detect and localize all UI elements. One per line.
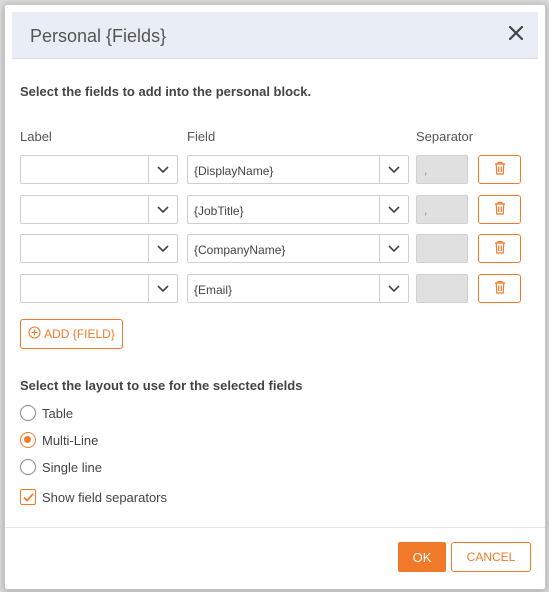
chevron-down-icon[interactable]: [148, 235, 177, 262]
separator-field[interactable]: [416, 234, 468, 263]
plus-circle-icon: [28, 326, 41, 342]
separator-field[interactable]: [416, 274, 468, 303]
field-select-value: {DisplayName}: [194, 164, 274, 178]
delete-row-button[interactable]: [478, 155, 521, 184]
separator-value: ,: [424, 203, 428, 217]
add-field-button[interactable]: ADD {FIELD}: [20, 319, 123, 349]
label-select[interactable]: [20, 155, 178, 184]
dialog-header: Personal {Fields}: [12, 12, 538, 59]
trash-icon: [494, 201, 506, 218]
chevron-down-icon[interactable]: [148, 156, 177, 183]
separator-value: ,: [424, 163, 428, 177]
intro-text: Select the fields to add into the person…: [20, 84, 312, 99]
chevron-down-icon[interactable]: [148, 275, 177, 302]
layout-section-title: Select the layout to use for the selecte…: [20, 378, 303, 393]
radio-button[interactable]: [20, 432, 36, 448]
footer-divider: [5, 527, 545, 528]
add-field-label: ADD {FIELD}: [44, 327, 115, 341]
cancel-button[interactable]: CANCEL: [451, 542, 531, 572]
personal-fields-dialog: Personal {Fields} Select the fields to a…: [4, 4, 546, 590]
field-row: {DisplayName} ,: [20, 155, 530, 186]
delete-row-button[interactable]: [478, 195, 521, 224]
chevron-down-icon[interactable]: [379, 235, 408, 262]
dialog-title: Personal {Fields}: [30, 26, 167, 46]
show-separators-checkbox[interactable]: [20, 489, 36, 505]
checkbox-label: Show field separators: [42, 489, 168, 505]
radio-label: Table: [42, 405, 74, 421]
label-select[interactable]: [20, 234, 178, 263]
chevron-down-icon[interactable]: [379, 275, 408, 302]
trash-icon: [494, 240, 506, 257]
field-row: {Email}: [20, 274, 530, 305]
radio-label: Single line: [42, 459, 102, 475]
separator-field[interactable]: ,: [416, 195, 468, 224]
radio-label: Multi-Line: [42, 432, 99, 448]
radio-multi-line[interactable]: Multi-Line: [20, 430, 98, 450]
column-header-label: Label: [20, 129, 52, 144]
column-header-separator: Separator: [416, 129, 474, 144]
field-select-value: {JobTitle}: [194, 204, 244, 218]
column-header-field: Field: [187, 129, 216, 144]
field-row: {CompanyName}: [20, 234, 530, 265]
field-select[interactable]: {CompanyName}: [187, 234, 409, 263]
show-separators-option[interactable]: Show field separators: [20, 487, 167, 507]
trash-icon: [494, 280, 506, 297]
field-select[interactable]: {JobTitle}: [187, 195, 409, 224]
label-select[interactable]: [20, 274, 178, 303]
ok-button[interactable]: OK: [398, 542, 446, 572]
chevron-down-icon[interactable]: [379, 156, 408, 183]
field-select-value: {Email}: [194, 283, 233, 297]
delete-row-button[interactable]: [478, 234, 521, 263]
field-select[interactable]: {Email}: [187, 274, 409, 303]
field-select[interactable]: {DisplayName}: [187, 155, 409, 184]
chevron-down-icon[interactable]: [148, 196, 177, 223]
label-select[interactable]: [20, 195, 178, 224]
radio-table[interactable]: Table: [20, 403, 73, 423]
close-icon[interactable]: [504, 21, 528, 45]
field-row: {JobTitle} ,: [20, 195, 530, 226]
field-select-value: {CompanyName}: [194, 243, 286, 257]
radio-button[interactable]: [20, 405, 36, 421]
radio-button[interactable]: [20, 459, 36, 475]
separator-field[interactable]: ,: [416, 155, 468, 184]
checkmark-icon: [22, 490, 34, 505]
chevron-down-icon[interactable]: [379, 196, 408, 223]
delete-row-button[interactable]: [478, 274, 521, 303]
trash-icon: [494, 161, 506, 178]
radio-single-line[interactable]: Single line: [20, 457, 102, 477]
